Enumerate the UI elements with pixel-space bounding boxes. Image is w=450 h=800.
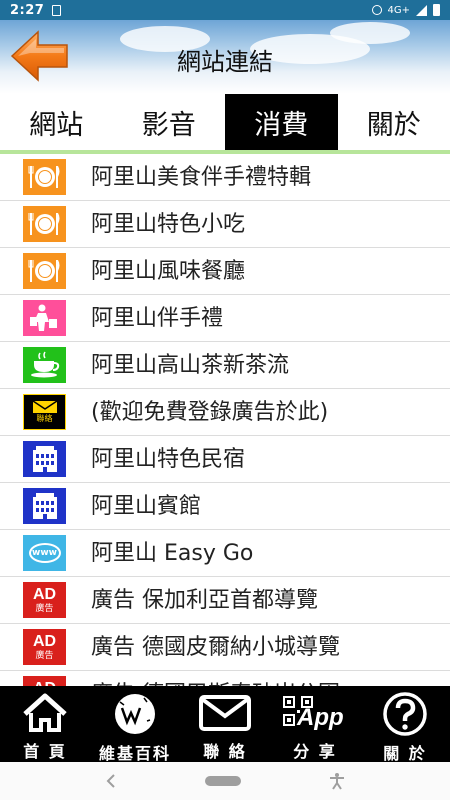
list-item[interactable]: 阿里山高山茶新茶流 [0, 342, 450, 389]
nav-about-label: 關 於 [383, 744, 427, 763]
help-icon [382, 692, 428, 736]
list-item[interactable]: 阿里山特色民宿 [0, 436, 450, 483]
nav-share[interactable]: App 分 享 [270, 686, 360, 762]
tab-media[interactable]: 影音 [113, 94, 226, 150]
status-bar: 2:27 4G+ [0, 0, 450, 20]
ad-icon: AD 廣告 [23, 676, 66, 686]
cloud-decoration [330, 22, 410, 44]
list-item-label: 阿里山高山茶新茶流 [91, 353, 290, 378]
www-icon-text: www [32, 548, 57, 558]
list-item-label: 阿里山賓館 [91, 494, 202, 519]
list-item[interactable]: www 阿里山 Easy Go [0, 530, 450, 577]
list-item-label: (歡迎免費登錄廣告於此) [91, 400, 329, 425]
list-item-label: 阿里山特色民宿 [91, 447, 246, 472]
signal-icon [416, 4, 427, 16]
ad-icon-text: AD [32, 632, 57, 650]
nav-home-label: 首 頁 [23, 742, 67, 761]
ad-icon-sub: 廣告 [35, 650, 54, 661]
nav-contact[interactable]: 聯 絡 [180, 686, 270, 762]
list-item-label: 廣告 德國皮爾納小城導覽 [91, 635, 340, 660]
alarm-icon [371, 5, 382, 15]
ad-icon: AD 廣告 [23, 582, 66, 618]
tab-about[interactable]: 關於 [338, 94, 450, 150]
ad-icon-text: AD [32, 585, 57, 603]
list-item-label: 阿里山 Easy Go [91, 541, 254, 566]
contact-mail-icon: 聯絡 [23, 394, 66, 430]
shopping-icon [23, 300, 66, 336]
app-header: 網站連結 [0, 20, 450, 94]
list-item-label: 廣告 保加利亞首都導覽 [91, 588, 318, 613]
wikipedia-icon [110, 692, 160, 736]
list-item[interactable]: 聯絡 (歡迎免費登錄廣告於此) [0, 389, 450, 436]
www-icon: www [23, 535, 66, 571]
list-item[interactable]: 阿里山美食伴手禮特輯 [0, 154, 450, 201]
list-item-label: 阿里山伴手禮 [91, 306, 224, 331]
back-chevron-icon[interactable] [104, 773, 118, 789]
building-icon [23, 488, 66, 524]
network-type: 4G+ [387, 4, 411, 16]
bottom-nav: 首 頁 維基百科 聯 絡 App 分 享 關 於 [0, 686, 450, 763]
mail-icon [198, 692, 252, 734]
nav-wikipedia[interactable]: 維基百科 [90, 686, 180, 763]
nav-about[interactable]: 關 於 [360, 686, 450, 763]
building-icon [23, 441, 66, 477]
status-icons: 4G+ [371, 4, 440, 16]
list-item-label: 阿里山風味餐廳 [91, 259, 246, 284]
tab-shopping[interactable]: 消費 [225, 94, 338, 150]
nav-share-label: 分 享 [293, 742, 337, 761]
list-item-label: 阿里山美食伴手禮特輯 [91, 165, 312, 190]
list-item[interactable]: AD 廣告 廣告 德國皮爾納小城導覽 [0, 624, 450, 671]
home-pill[interactable] [204, 776, 241, 786]
dining-icon [23, 206, 66, 242]
qr-app-text: App [297, 704, 344, 731]
list-item[interactable]: AD 廣告 廣告 保加利亞首都導覽 [0, 577, 450, 624]
qr-app-icon: App [283, 692, 347, 734]
list-item[interactable]: 阿里山特色小吃 [0, 201, 450, 248]
list-item-label: 阿里山特色小吃 [91, 212, 246, 237]
list-item[interactable]: 阿里山風味餐廳 [0, 248, 450, 295]
dining-icon [23, 159, 66, 195]
ad-icon-sub: 廣告 [35, 603, 54, 614]
contact-icon-text: 聯絡 [36, 414, 53, 423]
list-item-label: 廣告 德國巴斯泰砂岩公園 [91, 671, 340, 686]
tab-websites[interactable]: 網站 [0, 94, 113, 150]
list-item[interactable]: AD 廣告 廣告 德國巴斯泰砂岩公園 [0, 671, 450, 686]
list-item[interactable]: 阿里山伴手禮 [0, 295, 450, 342]
nav-home[interactable]: 首 頁 [0, 686, 90, 762]
page-title: 網站連結 [177, 48, 273, 76]
link-list: 阿里山美食伴手禮特輯 阿里山特色小吃 阿里山風味餐廳 阿里山伴手禮 阿里山高山茶… [0, 154, 450, 686]
tab-bar: 網站 影音 消費 關於 [0, 94, 450, 154]
nav-wikipedia-label: 維基百科 [98, 744, 171, 763]
accessibility-icon[interactable] [328, 772, 346, 790]
status-time: 2:27 [10, 2, 45, 18]
list-item[interactable]: 阿里山賓館 [0, 483, 450, 530]
home-icon [22, 692, 68, 734]
tea-cup-icon [23, 347, 66, 383]
battery-icon [433, 4, 440, 16]
ad-icon: AD 廣告 [23, 629, 66, 665]
system-nav-bar [0, 762, 450, 800]
sim-card-icon [52, 4, 62, 16]
nav-contact-label: 聯 絡 [203, 742, 247, 761]
dining-icon [23, 253, 66, 289]
